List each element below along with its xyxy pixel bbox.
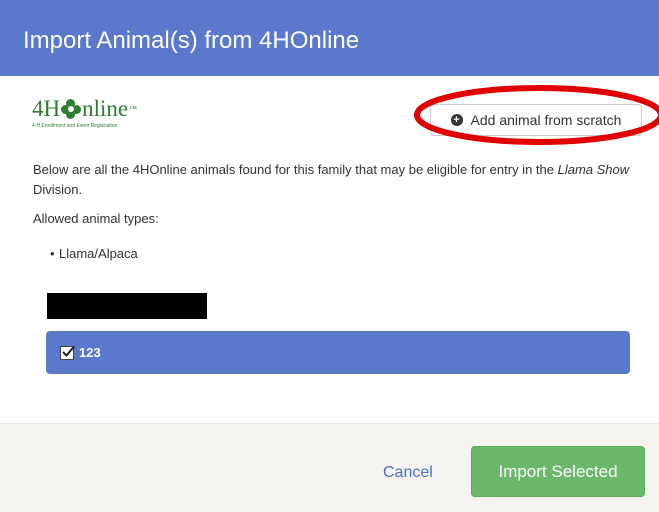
logo-tagline: 4-H Enrollment and Event Registration: [32, 123, 118, 129]
redacted-block: [47, 293, 207, 319]
division-name: Llama Show: [557, 162, 630, 177]
plus-circle-icon: +: [450, 114, 463, 126]
logo-text-prefix: 4H: [32, 96, 61, 121]
description-text: Below are all the 4HOnline animals found…: [33, 162, 630, 197]
animal-checkbox[interactable]: [60, 345, 75, 360]
modal-title: Import Animal(s) from 4HOnline: [23, 27, 360, 54]
logo-text-suffix: nline: [82, 96, 129, 121]
add-animal-label: Add animal from scratch: [470, 112, 622, 128]
cancel-button[interactable]: Cancel: [383, 464, 433, 482]
clover-icon: [61, 99, 82, 119]
add-animal-button[interactable]: + Add animal from scratch: [430, 104, 642, 136]
import-selected-button[interactable]: Import Selected: [471, 446, 645, 497]
4honline-logo: 4H nline ™ 4-H Enrollment and Event Regi…: [32, 97, 172, 137]
allowed-type-item: • Llama/Alpaca: [50, 246, 138, 261]
checkmark-icon: [62, 345, 75, 357]
animal-name: 123: [79, 345, 101, 360]
logo-trademark: ™: [129, 104, 137, 113]
modal-header: Import Animal(s) from 4HOnline: [0, 0, 659, 76]
animal-row[interactable]: 123: [46, 331, 630, 374]
allowed-types-label: Allowed animal types:: [33, 211, 159, 226]
bullet-icon: •: [50, 246, 55, 261]
